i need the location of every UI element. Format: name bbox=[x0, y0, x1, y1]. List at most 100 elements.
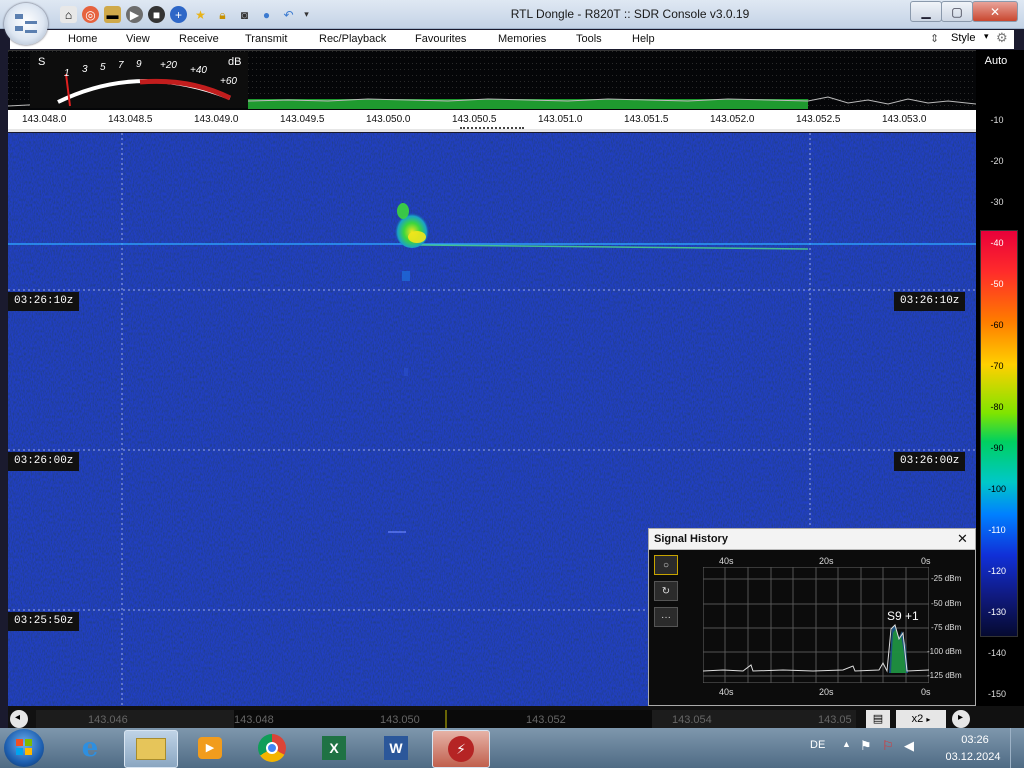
clock-time[interactable]: 03:26 bbox=[955, 734, 995, 746]
level-label: -90 bbox=[990, 443, 1004, 453]
freq-tick: 143.049.0 bbox=[194, 114, 239, 125]
menu-memories[interactable]: Memories bbox=[498, 33, 546, 45]
style-icon: ⇕ bbox=[930, 33, 940, 45]
level-label: -120 bbox=[987, 566, 1006, 576]
app-logo-icon[interactable] bbox=[4, 3, 48, 45]
overview-tick: 143.052 bbox=[526, 714, 566, 726]
overview-tick: 143.046 bbox=[88, 714, 128, 726]
s-meter-scale-5: 5 bbox=[100, 62, 106, 73]
minimize-button[interactable]: ▁ bbox=[910, 1, 942, 22]
reset-icon[interactable]: ↻ bbox=[654, 581, 678, 601]
stop-icon[interactable]: ■ bbox=[148, 6, 165, 23]
chrome-icon[interactable] bbox=[246, 730, 298, 766]
internet-explorer-icon[interactable]: e bbox=[64, 730, 116, 766]
menu-tools[interactable]: Tools bbox=[576, 33, 602, 45]
freq-tick: 143.050.5 bbox=[452, 114, 497, 125]
freq-tick: 143.049.5 bbox=[280, 114, 325, 125]
tray-expand-icon[interactable]: ▲ bbox=[842, 739, 851, 749]
window-title: RTL Dongle - R820T :: SDR Console v3.0.1… bbox=[510, 7, 750, 21]
play-icon[interactable]: ▶ bbox=[126, 6, 143, 23]
camera-icon[interactable]: ◙ bbox=[236, 6, 253, 23]
signal-history-peak-label: S9 +1 bbox=[887, 609, 919, 623]
language-indicator[interactable]: DE bbox=[810, 739, 825, 751]
excel-icon[interactable]: X bbox=[308, 730, 360, 766]
style-dropdown-icon[interactable]: ▾ bbox=[984, 31, 989, 42]
water-drop-icon[interactable]: ● bbox=[258, 6, 275, 23]
style-menu[interactable]: Style bbox=[951, 32, 975, 44]
s-meter-scale-plus60: +60 bbox=[220, 76, 237, 87]
level-label: -70 bbox=[990, 361, 1004, 371]
level-label: -10 bbox=[990, 115, 1004, 125]
chevron-left-icon: ◂ bbox=[15, 712, 21, 723]
action-center-icon[interactable]: ⚐ bbox=[882, 738, 894, 754]
s-meter-scale-plus20: +20 bbox=[160, 60, 177, 71]
network-icon[interactable]: ⚑ bbox=[860, 738, 872, 754]
folder-icon[interactable]: ▬ bbox=[104, 6, 121, 23]
sh-dbm-label: -100 dBm bbox=[927, 647, 962, 656]
menu-help[interactable]: Help bbox=[632, 33, 655, 45]
freq-tick: 143.048.5 bbox=[108, 114, 153, 125]
freq-tick: 143.052.0 bbox=[710, 114, 755, 125]
tuning-marker[interactable] bbox=[460, 127, 524, 131]
menu-favourites[interactable]: Favourites bbox=[415, 33, 466, 45]
menu-transmit[interactable]: Transmit bbox=[245, 33, 287, 45]
sdr-console-icon[interactable]: ⚡ bbox=[432, 730, 490, 768]
menu-home[interactable]: Home bbox=[68, 33, 97, 45]
overview-tick: 143.050 bbox=[380, 714, 420, 726]
waterfall-time-label-right: 03:26:00z bbox=[894, 452, 966, 471]
freq-tick: 143.053.0 bbox=[882, 114, 927, 125]
dropdown-icon[interactable]: ▾ bbox=[298, 6, 315, 23]
s-meter-scale-plus40: +40 bbox=[190, 65, 207, 76]
home-icon[interactable]: ⌂ bbox=[60, 6, 77, 23]
waterfall-time-label: 03:25:50z bbox=[8, 612, 80, 631]
level-label: -60 bbox=[990, 320, 1004, 330]
signal-history-plot bbox=[703, 567, 929, 683]
level-label: -20 bbox=[990, 156, 1004, 166]
sh-dbm-label: -25 dBm bbox=[931, 574, 962, 583]
gear-icon[interactable]: ⚙ bbox=[996, 30, 1008, 46]
maximize-button[interactable]: ▢ bbox=[941, 1, 973, 22]
freq-tick: 143.050.0 bbox=[366, 114, 411, 125]
record-icon[interactable]: ○ bbox=[654, 555, 678, 575]
zoom-select[interactable]: x2 ▸ bbox=[896, 710, 946, 728]
file-explorer-icon[interactable] bbox=[124, 730, 178, 768]
sh-time-top: 0s bbox=[921, 556, 931, 566]
star-icon[interactable]: ★ bbox=[192, 6, 209, 23]
waterfall-time-label-right: 03:26:10z bbox=[894, 292, 966, 311]
auto-level-button[interactable]: Auto bbox=[976, 55, 1016, 73]
word-icon[interactable]: W bbox=[370, 730, 422, 766]
freq-tick: 143.051.0 bbox=[538, 114, 583, 125]
s-meter: S dB 1 3 5 7 9 +20 +40 +60 bbox=[30, 52, 248, 108]
close-button[interactable]: ✕ bbox=[972, 1, 1018, 22]
volume-icon[interactable]: ◀ bbox=[904, 738, 914, 754]
menu-view[interactable]: View bbox=[126, 33, 150, 45]
sh-time-top: 40s bbox=[719, 556, 734, 566]
level-label: -110 bbox=[988, 525, 1006, 535]
windows-start-button[interactable] bbox=[4, 729, 44, 767]
clock-date[interactable]: 03.12.2024 bbox=[943, 751, 1003, 763]
menu-receive[interactable]: Receive bbox=[179, 33, 219, 45]
signal-history-close-icon[interactable]: ✕ bbox=[957, 531, 968, 547]
sh-time-bottom: 0s bbox=[921, 687, 931, 697]
level-label: -140 bbox=[987, 648, 1006, 658]
undo-icon[interactable]: ↶ bbox=[280, 6, 297, 23]
level-label: -40 bbox=[990, 238, 1004, 248]
s-meter-scale-3: 3 bbox=[82, 64, 88, 75]
lifebuoy-icon[interactable]: ◎ bbox=[82, 6, 99, 23]
level-label: -80 bbox=[990, 402, 1004, 412]
overview-ruler[interactable] bbox=[36, 710, 856, 728]
overview-tick: 143.048 bbox=[234, 714, 274, 726]
add-icon[interactable]: + bbox=[170, 6, 187, 23]
scroll-left-button[interactable]: ◂ bbox=[10, 710, 28, 728]
sh-dbm-label: -75 dBm bbox=[931, 623, 962, 632]
minimize-icon: ▁ bbox=[921, 4, 931, 19]
scroll-right-button[interactable]: ▸ bbox=[952, 710, 970, 728]
menu-rec-playback[interactable]: Rec/Playback bbox=[319, 33, 386, 45]
show-desktop-button[interactable] bbox=[1010, 728, 1024, 768]
more-icon[interactable]: ··· bbox=[654, 607, 678, 627]
lock-icon[interactable]: 🔒︎ bbox=[214, 6, 231, 23]
s-meter-scale-7: 7 bbox=[118, 60, 124, 71]
media-player-icon[interactable]: ▶ bbox=[184, 730, 236, 766]
zoom-value: x2 bbox=[911, 713, 924, 725]
keyboard-icon[interactable]: ▤ bbox=[866, 710, 890, 728]
